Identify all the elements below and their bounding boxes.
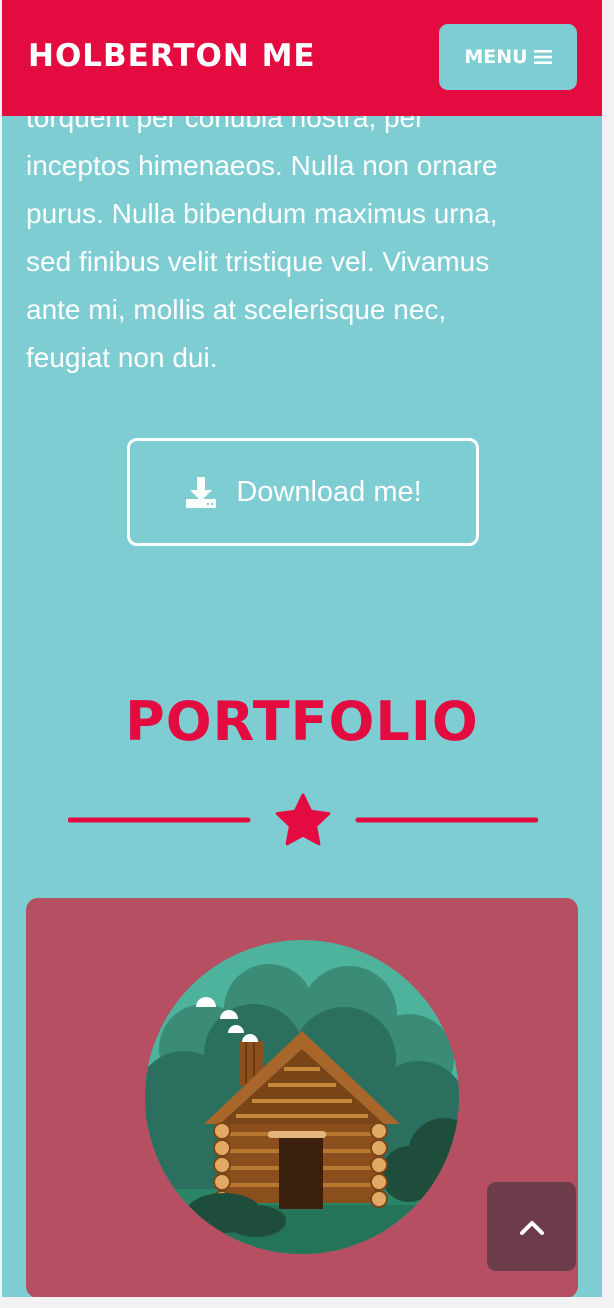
menu-button[interactable]: MENU <box>439 24 577 90</box>
about-line: feugiat non dui. <box>26 342 218 373</box>
about-line: inceptos himenaeos. Nulla non ornare <box>26 150 498 181</box>
about-paragraph: torquent per conubia nostra, per incepto… <box>26 94 571 382</box>
download-button[interactable]: Download me! <box>127 438 479 546</box>
page-background: torquent per conubia nostra, per incepto… <box>2 0 602 1297</box>
log-cabin-illustration <box>145 940 459 1254</box>
portfolio-title: PORTFOLIO <box>125 690 479 753</box>
about-line: purus. Nulla bibendum maximus urna, <box>26 198 498 229</box>
download-icon <box>186 477 217 508</box>
download-label: Download me! <box>236 475 422 508</box>
menu-label: MENU <box>464 46 528 68</box>
top-navbar: HOLBERTON ME MENU <box>2 0 602 116</box>
chevron-up-icon <box>519 1220 544 1235</box>
scroll-to-top-button[interactable] <box>487 1182 576 1271</box>
brand-logo-text[interactable]: HOLBERTON ME <box>28 38 316 74</box>
bars-icon <box>533 50 552 64</box>
about-line: sed finibus velit tristique vel. Vivamus <box>26 246 490 277</box>
section-divider <box>68 793 538 846</box>
about-line: ante mi, mollis at scelerisque nec, <box>26 294 447 325</box>
star-icon <box>275 793 331 846</box>
